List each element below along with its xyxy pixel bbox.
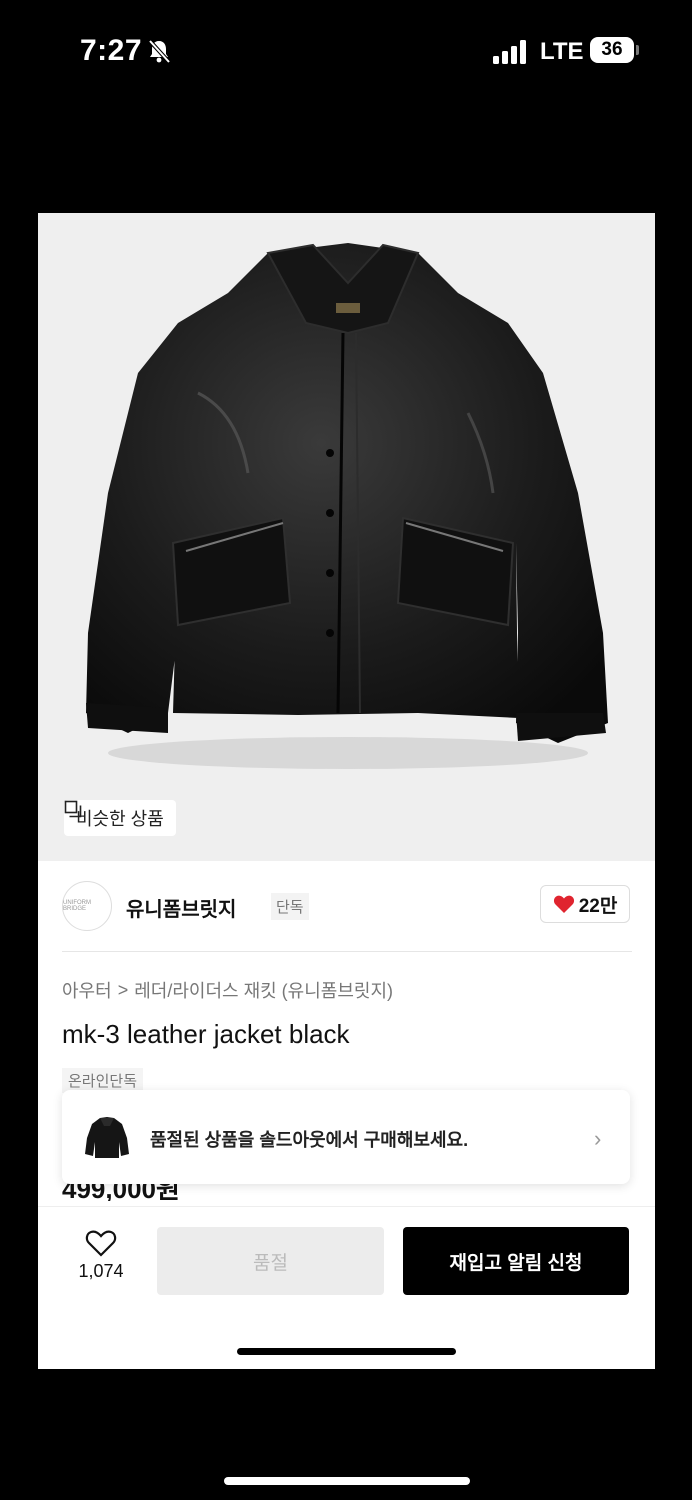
brand-like-count: 22만: [578, 895, 618, 917]
status-time: 7:27: [80, 34, 143, 67]
brand-like-button[interactable]: 22만: [540, 885, 630, 923]
breadcrumb-subcategory[interactable]: 레더/라이더스 재킷 (유니폼브릿지): [134, 977, 393, 1003]
exclusive-badge: 단독: [271, 893, 309, 920]
app-screenshot: 비슷한 상품 UNIFORM BRIDGE 유니폼브릿지 단독 22만 아우터 …: [38, 213, 655, 1369]
similar-products-label: 비슷한 상품: [76, 809, 164, 829]
soldout-banner[interactable]: 품절된 상품을 솔드아웃에서 구매해보세요. ›: [62, 1090, 630, 1184]
battery-icon: 36: [590, 37, 634, 63]
brand-logo[interactable]: UNIFORM BRIDGE: [62, 881, 112, 931]
breadcrumb-category[interactable]: 아우터: [62, 977, 112, 1003]
home-indicator[interactable]: [224, 1477, 470, 1485]
status-bar: 7:27 LTE 36: [0, 0, 692, 110]
brand-row[interactable]: UNIFORM BRIDGE 유니폼브릿지 단독 22만: [62, 879, 632, 952]
heart-outline-icon: [85, 1230, 117, 1257]
similar-items-icon: [64, 800, 82, 818]
restock-alert-button[interactable]: 재입고 알림 신청: [403, 1227, 629, 1295]
product-title: mk-3 leather jacket black: [62, 1019, 350, 1049]
similar-products-button[interactable]: 비슷한 상품: [64, 800, 176, 836]
chevron-right-icon: ›: [594, 1126, 602, 1151]
signal-icon: [493, 40, 526, 64]
breadcrumb: 아우터 > 레더/라이더스 재킷 (유니폼브릿지): [62, 977, 393, 1003]
battery-tip: [636, 45, 639, 55]
leather-jacket-image: [86, 243, 608, 769]
soldout-banner-text: 품절된 상품을 솔드아웃에서 구매해보세요.: [150, 1130, 469, 1150]
silent-bell-icon: [148, 39, 171, 64]
bottom-action-bar: 1,074 품절 재입고 알림 신청: [38, 1206, 655, 1369]
heart-filled-icon: [553, 895, 574, 913]
wishlist-count: 1,074: [78, 1261, 124, 1281]
jacket-thumbnail: [85, 1117, 129, 1158]
breadcrumb-separator: >: [117, 979, 129, 1000]
product-image[interactable]: 비슷한 상품: [38, 213, 655, 861]
brand-name[interactable]: 유니폼브릿지: [126, 893, 236, 922]
network-type: LTE: [540, 38, 584, 65]
inner-home-indicator: [237, 1348, 456, 1355]
soldout-button[interactable]: 품절: [157, 1227, 384, 1295]
wishlist-button[interactable]: 1,074: [74, 1229, 128, 1282]
